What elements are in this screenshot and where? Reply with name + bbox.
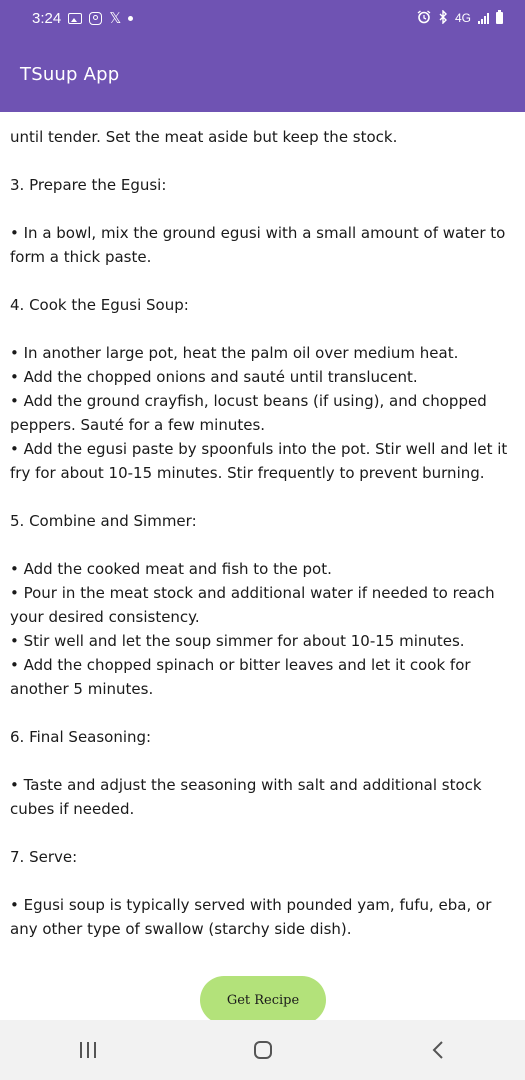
recipe-line: another 5 minutes.: [10, 680, 154, 698]
alarm-icon: [417, 9, 431, 27]
recipe-line: • Add the cooked meat and fish to the po…: [10, 560, 332, 578]
status-right: 4G: [417, 8, 503, 27]
recipe-line: • In another large pot, heat the palm oi…: [10, 344, 459, 362]
recipe-line: your desired consistency.: [10, 608, 200, 626]
recent-apps-button[interactable]: [58, 1030, 118, 1070]
status-time: 3:24: [32, 9, 62, 27]
recipe-content[interactable]: until tender. Set the meat aside but kee…: [0, 112, 525, 1022]
recipe-line: cubes if needed.: [10, 800, 135, 818]
image-icon: [68, 12, 83, 24]
recipe-line: • In a bowl, mix the ground egusi with a…: [10, 224, 506, 242]
recipe-text: until tender. Set the meat aside but kee…: [10, 125, 515, 941]
recipe-line: • Stir well and let the soup simmer for …: [10, 632, 465, 650]
recipe-line: • Add the chopped onions and sauté until…: [10, 368, 418, 386]
recipe-line: any other type of swallow (starchy side …: [10, 920, 352, 938]
recipe-line: • Add the ground crayfish, locust beans …: [10, 392, 487, 410]
recipe-line: • Egusi soup is typically served with po…: [10, 896, 492, 914]
recipe-line: peppers. Sauté for a few minutes.: [10, 416, 266, 434]
recipe-line: until tender. Set the meat aside but kee…: [10, 128, 398, 146]
recipe-line: • Add the chopped spinach or bitter leav…: [10, 656, 471, 674]
recipe-line: 5. Combine and Simmer:: [10, 512, 197, 530]
recipe-line: 6. Final Seasoning:: [10, 728, 152, 746]
back-icon: [432, 1041, 443, 1059]
battery-icon: [496, 10, 503, 24]
home-button[interactable]: [233, 1030, 293, 1070]
instagram-icon: [89, 11, 103, 25]
recipe-line: fry for about 10-15 minutes. Stir freque…: [10, 464, 485, 482]
status-left: 3:24 𝕏: [32, 9, 134, 27]
recipe-line: 4. Cook the Egusi Soup:: [10, 296, 189, 314]
back-button[interactable]: [408, 1030, 468, 1070]
recipe-line: 7. Serve:: [10, 848, 78, 866]
network-label: 4G: [454, 11, 471, 25]
recent-apps-icon: [79, 1042, 96, 1058]
app-title: TSuup App: [20, 63, 120, 85]
recipe-line: • Add the egusi paste by spoonfuls into …: [10, 440, 508, 458]
x-icon: 𝕏: [109, 10, 122, 27]
dot-icon: [128, 15, 134, 21]
home-icon: [253, 1041, 272, 1059]
recipe-line: • Pour in the meat stock and additional …: [10, 584, 495, 602]
recipe-line: 3. Prepare the Egusi:: [10, 176, 167, 194]
signal-icon: [478, 12, 489, 24]
recipe-line: form a thick paste.: [10, 248, 152, 266]
app-bar: TSuup App: [0, 36, 525, 112]
recipe-line: • Taste and adjust the seasoning with sa…: [10, 776, 482, 794]
navigation-bar: [0, 1020, 525, 1080]
get-recipe-button[interactable]: Get Recipe: [200, 976, 326, 1024]
bluetooth-icon: [438, 8, 448, 27]
status-bar: 3:24 𝕏 4G: [0, 0, 525, 36]
